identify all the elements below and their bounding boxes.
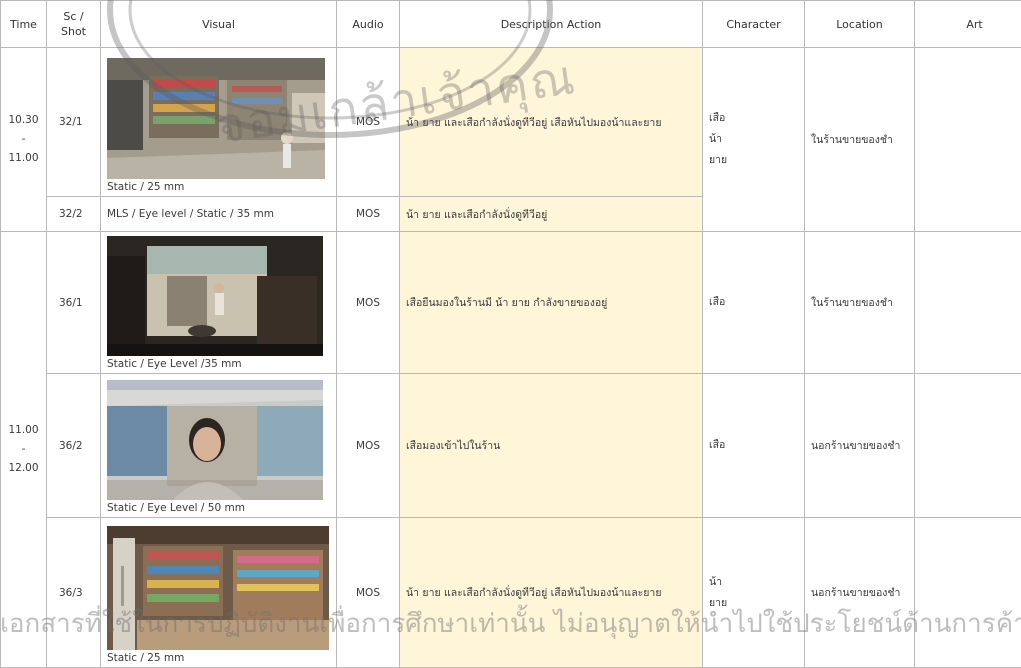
location-cell: นอกร้านขายของชำ <box>805 518 915 668</box>
location-cell: ในร้านขายของชำ <box>805 232 915 374</box>
art-cell <box>915 374 1021 518</box>
audio-cell: MOS <box>337 48 400 197</box>
character-name: น้า <box>709 572 798 593</box>
visual-cell: Static / 25 mm <box>101 48 337 197</box>
art-cell <box>915 232 1021 374</box>
character-name: ยาย <box>709 150 798 171</box>
col-header-audio: Audio <box>337 1 400 48</box>
shot-number: 36/2 <box>47 374 101 518</box>
shot-number: 32/2 <box>47 197 101 232</box>
description-cell: น้า ยาย และเสือกำลังนั่งดูทีวีอยู่ เสือห… <box>400 518 703 668</box>
time-cell: 11.00 - 12.00 <box>1 232 47 668</box>
description-cell: น้า ยาย และเสือกำลังนั่งดูทีวีอยู่ เสือห… <box>400 48 703 197</box>
location-cell: นอกร้านขายของชำ <box>805 374 915 518</box>
character-cell: เสือ <box>703 374 805 518</box>
shot-caption: Static / Eye Level / 50 mm <box>107 502 330 517</box>
table-row: 10.30 - 11.00 32/1 <box>1 48 1021 197</box>
header-row: Time Sc / Shot Visual Audio Description … <box>1 1 1021 48</box>
art-cell <box>915 518 1021 668</box>
col-header-shot: Sc / Shot <box>47 1 101 48</box>
col-header-time: Time <box>1 1 47 48</box>
storyboard-image-girl-outside <box>107 380 323 500</box>
character-cell: เสือ <box>703 232 805 374</box>
visual-cell: Static / Eye Level /35 mm <box>101 232 337 374</box>
col-header-character: Character <box>703 1 805 48</box>
col-header-visual: Visual <box>101 1 337 48</box>
shot-number: 32/1 <box>47 48 101 197</box>
character-cell: น้า ยาย <box>703 518 805 668</box>
art-cell <box>915 48 1021 232</box>
time-end: 11.00 <box>8 152 38 164</box>
character-name: ยาย <box>709 593 798 614</box>
time-end: 12.00 <box>8 462 38 474</box>
character-name: เสือ <box>709 108 798 129</box>
visual-cell: Static / 25 mm <box>101 518 337 668</box>
storyboard-image-store-shelves <box>107 526 329 650</box>
shot-number: 36/1 <box>47 232 101 374</box>
table-row: 36/2 Static / Eye Level / 50 mm MOS เส <box>1 374 1021 518</box>
time-cell: 10.30 - 11.00 <box>1 48 47 232</box>
character-name: เสือ <box>709 435 798 456</box>
table-row: 11.00 - 12.00 36/1 Static / <box>1 232 1021 374</box>
time-start: 11.00 <box>8 424 38 436</box>
audio-cell: MOS <box>337 232 400 374</box>
shot-list-table: Time Sc / Shot Visual Audio Description … <box>0 0 1021 668</box>
col-header-shot-label: Sc / Shot <box>61 10 86 38</box>
visual-cell: MLS / Eye level / Static / 35 mm <box>101 197 337 232</box>
storyboard-image-store-interior <box>107 58 325 179</box>
time-sep: - <box>22 443 26 455</box>
col-header-location: Location <box>805 1 915 48</box>
character-name: เสือ <box>709 292 798 313</box>
character-name: น้า <box>709 129 798 150</box>
shot-caption: Static / 25 mm <box>107 181 330 196</box>
col-header-art: Art <box>915 1 1021 48</box>
audio-cell: MOS <box>337 374 400 518</box>
audio-cell: MOS <box>337 197 400 232</box>
time-sep: - <box>22 133 26 145</box>
time-start: 10.30 <box>8 114 38 126</box>
description-cell: เสือยืนมองในร้านมี น้า ยาย กำลังขายของอย… <box>400 232 703 374</box>
location-cell: ในร้านขายของชำ <box>805 48 915 232</box>
visual-cell: Static / Eye Level / 50 mm <box>101 374 337 518</box>
audio-cell: MOS <box>337 518 400 668</box>
description-cell: น้า ยาย และเสือกำลังนั่งดูทีวีอยู่ <box>400 197 703 232</box>
character-cell: เสือ น้า ยาย <box>703 48 805 232</box>
shot-caption: Static / Eye Level /35 mm <box>107 358 330 373</box>
shot-caption: Static / 25 mm <box>107 652 330 667</box>
description-cell: เสือมองเข้าไปในร้าน <box>400 374 703 518</box>
storyboard-image-shop-doorway <box>107 236 323 356</box>
col-header-description: Description Action <box>400 1 703 48</box>
table-row: 36/3 Static / <box>1 518 1021 668</box>
shot-number: 36/3 <box>47 518 101 668</box>
